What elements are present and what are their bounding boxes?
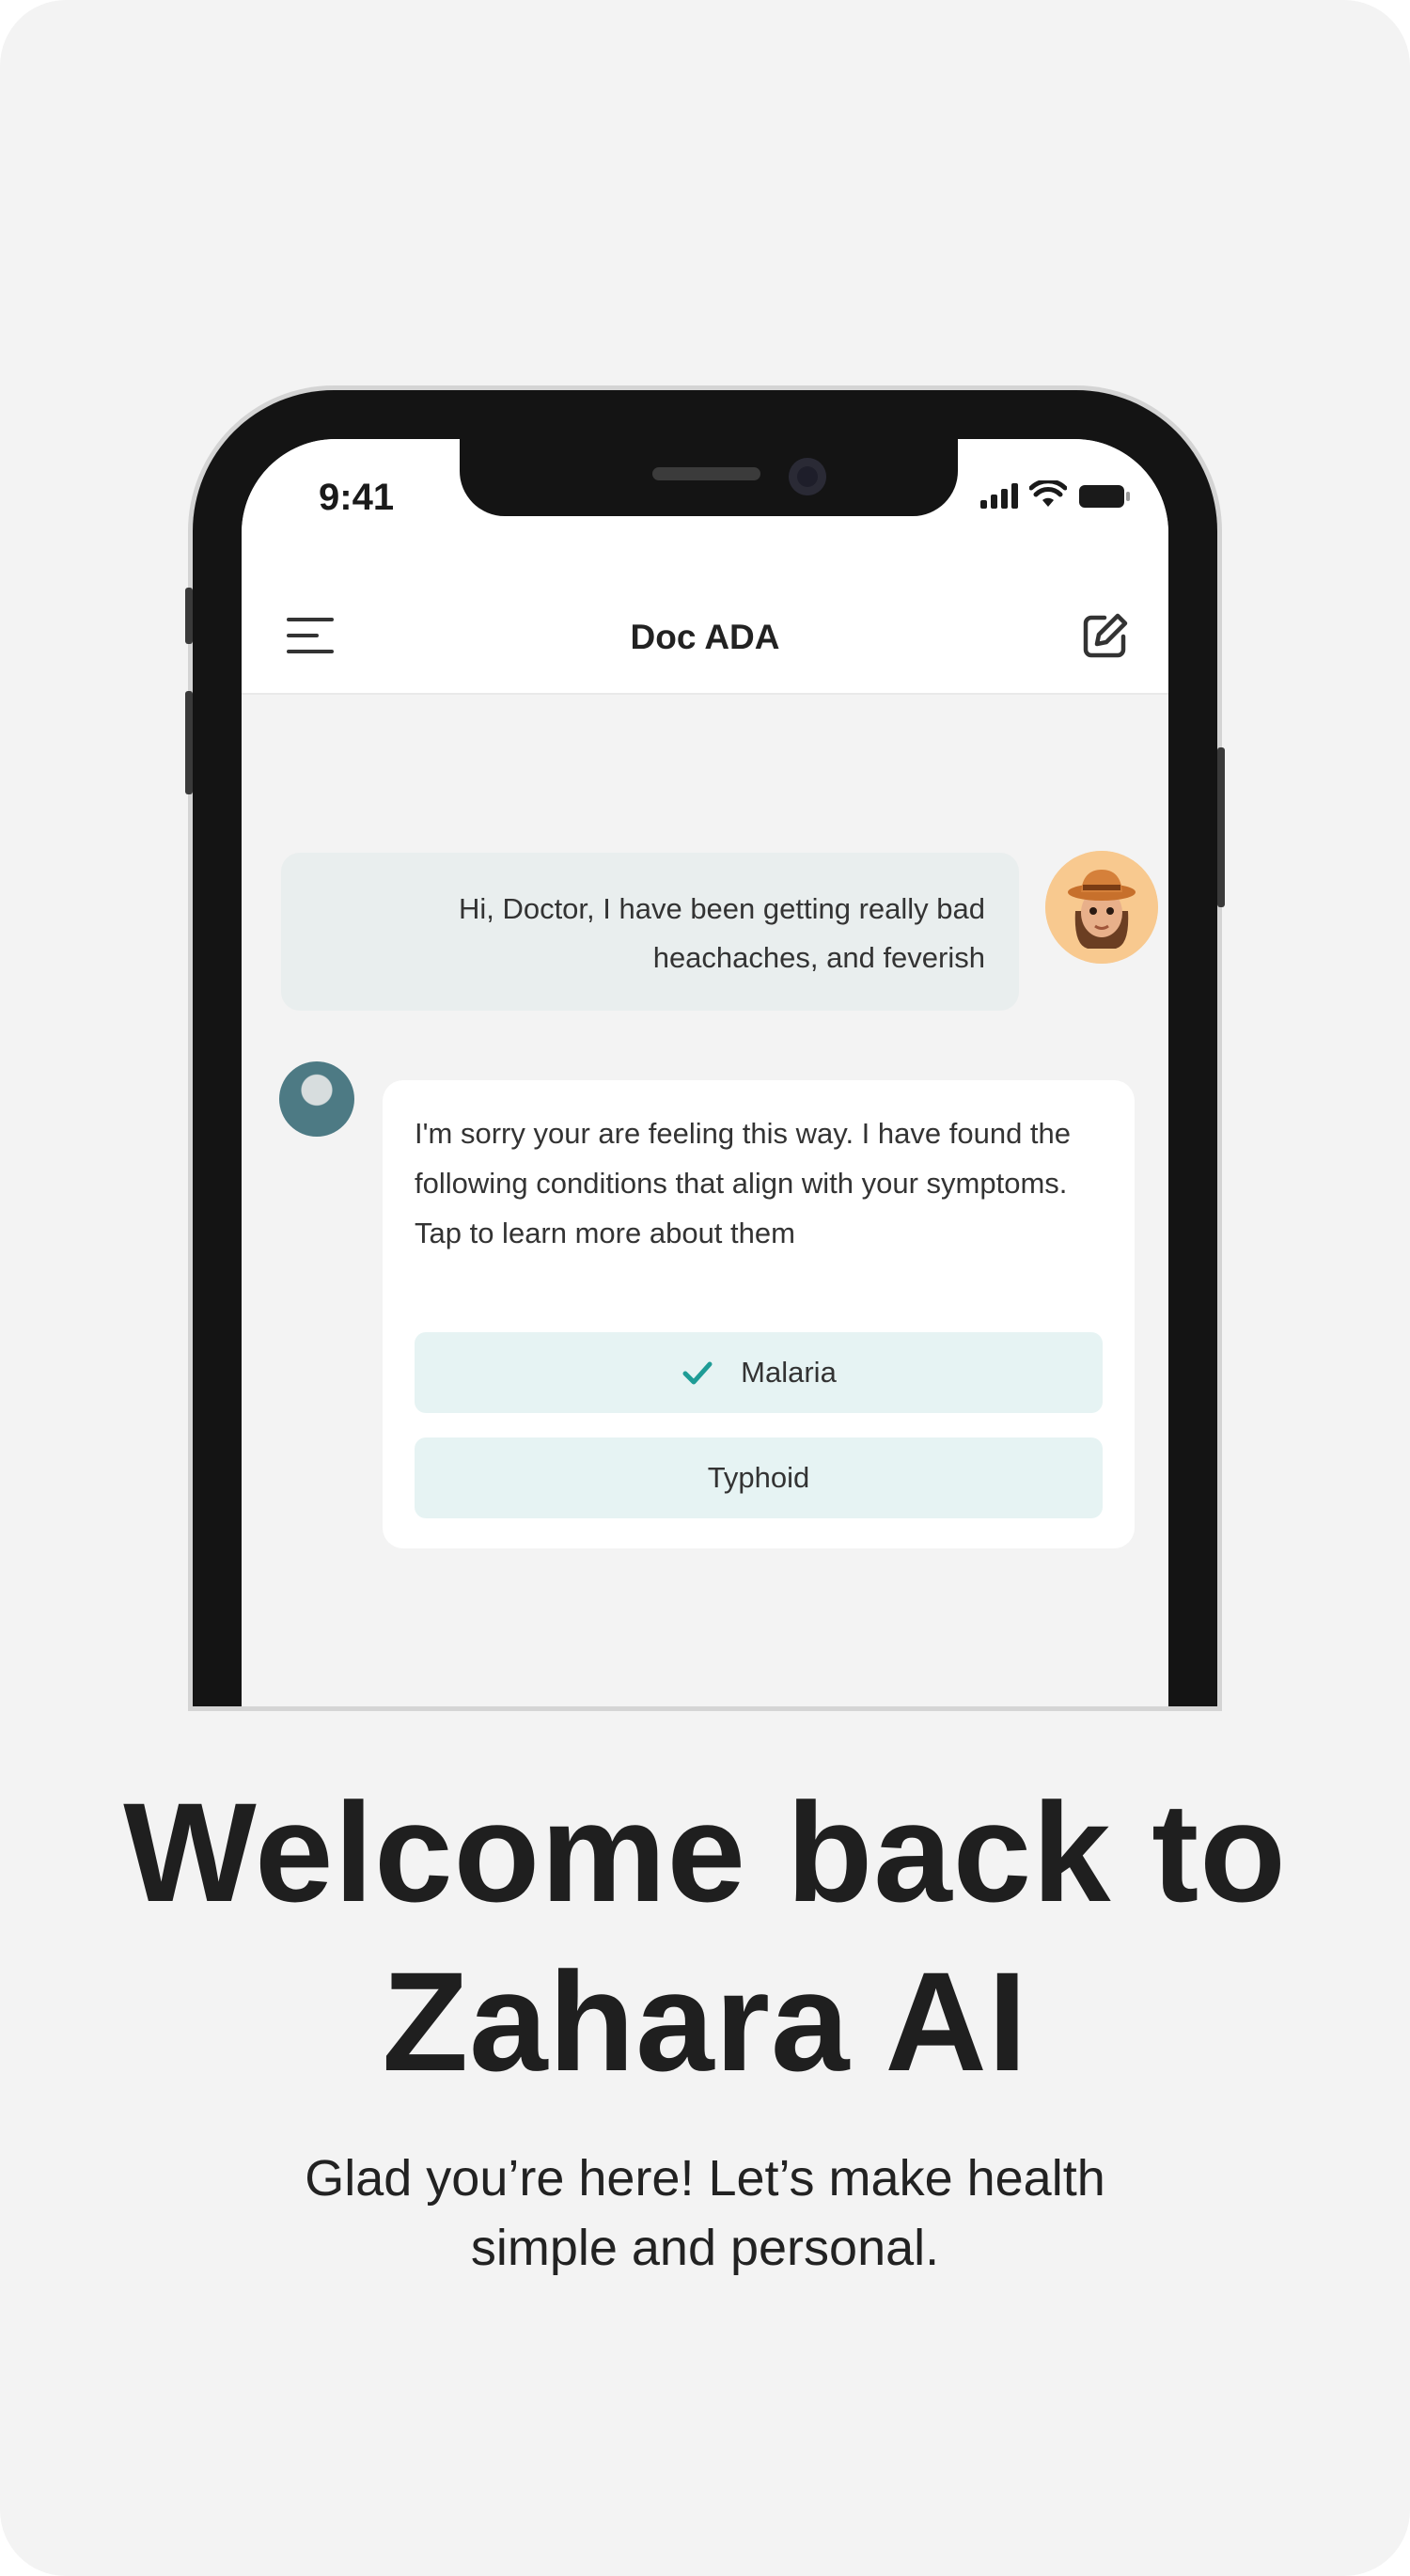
edit-icon[interactable] — [1080, 610, 1131, 661]
phone-power-button — [1217, 747, 1225, 907]
user-message-line: heachaches, and feverish — [652, 941, 985, 974]
bot-message-bubble: I'm sorry your are feeling this way. I h… — [383, 1080, 1135, 1548]
user-message-line: Hi, Doctor, I have been getting really b… — [458, 892, 985, 925]
status-bar: 9:41 — [242, 439, 1168, 580]
bot-avatar — [279, 1061, 354, 1137]
battery-icon — [1079, 485, 1130, 508]
app-title: Doc ADA — [630, 618, 780, 656]
user-message-bubble: Hi, Doctor, I have been getting really b… — [281, 853, 1019, 1011]
condition-typhoid-button[interactable]: Typhoid — [415, 1437, 1103, 1518]
condition-label: Typhoid — [707, 1461, 810, 1494]
welcome-card: 9:41 Doc ADA Hi, Doctor, I have been get… — [0, 0, 1410, 2576]
welcome-subtitle-line: simple and personal. — [470, 2220, 940, 2276]
welcome-subtitle: Glad you’re here! Let’s make health simp… — [0, 2144, 1410, 2283]
bot-message-text: I'm sorry your are feeling this way. I h… — [415, 1117, 1072, 1249]
condition-malaria-button[interactable]: Malaria — [415, 1332, 1103, 1413]
status-icons — [980, 480, 1131, 509]
check-icon — [682, 1361, 713, 1385]
welcome-title-line: Welcome back to — [123, 1773, 1287, 1931]
status-time: 9:41 — [319, 477, 395, 518]
welcome-title: Welcome back to Zahara AI — [0, 1767, 1410, 2106]
welcome-subtitle-line: Glad you’re here! Let’s make health — [305, 2150, 1105, 2207]
welcome-title-line: Zahara AI — [382, 1942, 1028, 2100]
user-avatar — [1045, 851, 1158, 964]
speaker-grill — [652, 467, 760, 480]
signal-icon — [980, 482, 1018, 509]
condition-label: Malaria — [741, 1356, 837, 1389]
phone-mute-switch — [185, 588, 193, 644]
app-header: Doc ADA — [242, 580, 1168, 695]
phone-volume-up — [185, 691, 193, 794]
phone-mockup: 9:41 Doc ADA Hi, Doctor, I have been get… — [185, 390, 1225, 1706]
wifi-icon — [1029, 480, 1067, 507]
phone-screen: 9:41 Doc ADA Hi, Doctor, I have been get… — [242, 439, 1168, 1706]
phone-notch — [460, 439, 958, 516]
front-camera — [789, 458, 826, 495]
